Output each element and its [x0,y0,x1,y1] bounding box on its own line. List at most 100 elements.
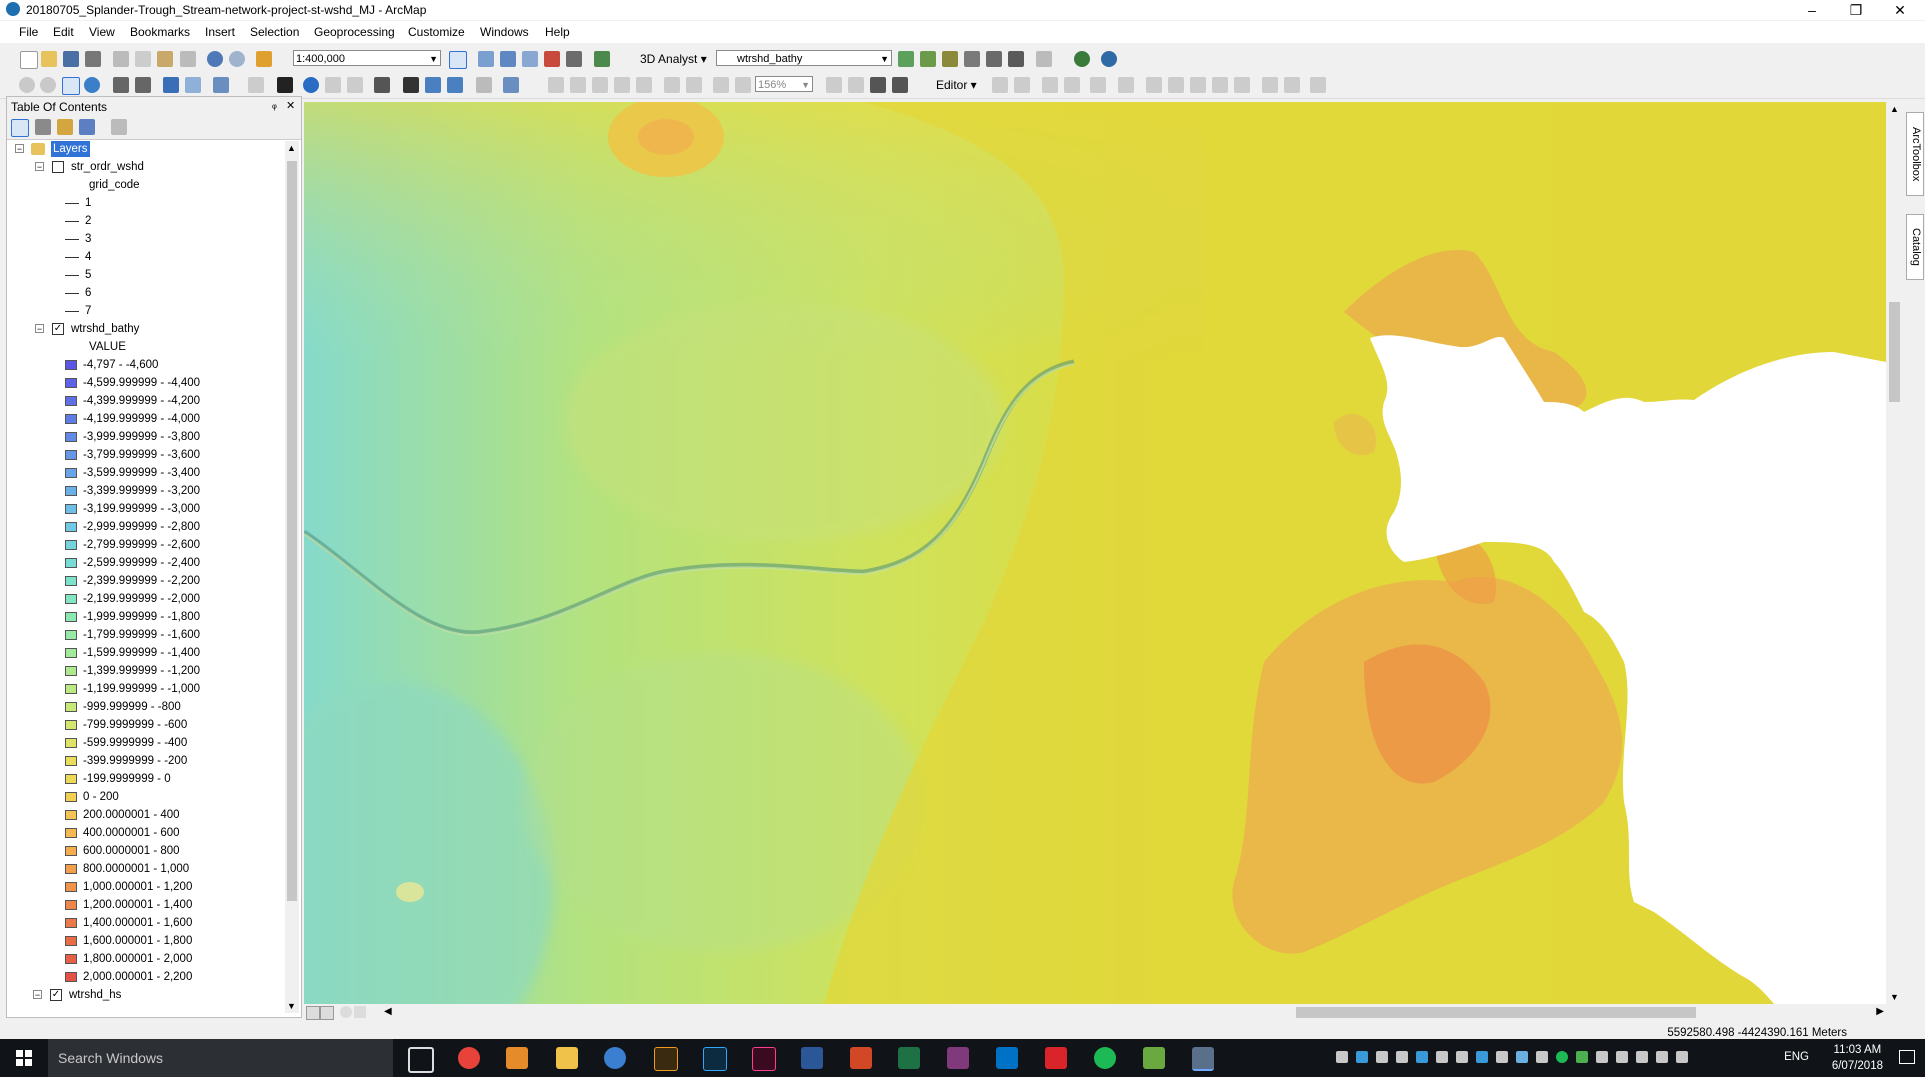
mendeley-icon[interactable] [1045,1047,1067,1069]
fixed-zoom-out-icon[interactable] [135,77,151,93]
arctoolbox-tab[interactable]: ArcToolbox [1906,112,1924,196]
arcscene-icon[interactable] [1074,51,1090,67]
minimize-button[interactable]: – [1790,0,1834,20]
map-horizontal-scrollbar[interactable]: ◀ ▶ [304,1004,1886,1021]
select-elements-arrow-icon[interactable] [277,77,293,93]
layer-visibility-checkbox[interactable]: ✓ [50,989,62,1001]
sketch-properties-icon[interactable] [1284,77,1300,93]
go-to-xy-icon[interactable] [447,77,463,93]
swipe-icon[interactable] [503,77,519,93]
editor-dropdown[interactable]: Editor ▾ [936,78,977,92]
forward-arrow-icon[interactable] [185,77,201,93]
scroll-down-icon[interactable]: ▼ [287,1001,296,1011]
layer-combo[interactable]: wtrshd_bathy ▼ [716,50,892,66]
hyperlink-icon[interactable] [325,77,341,93]
menu-view[interactable]: View [89,25,115,39]
paste-icon[interactable] [157,51,173,67]
save-icon[interactable] [63,51,79,67]
arcglobe-icon[interactable] [1101,51,1117,67]
list-by-source-icon[interactable] [35,119,51,135]
layer-name[interactable]: wtrshd_hs [69,987,121,1003]
trace-icon[interactable] [1090,77,1106,93]
scroll-up-icon[interactable]: ▲ [1890,104,1899,114]
print-icon[interactable] [85,51,101,67]
outlook-icon[interactable] [996,1047,1018,1069]
create-features-icon[interactable] [1310,77,1326,93]
zoom-100-icon[interactable] [636,77,652,93]
chrome-icon[interactable] [458,1047,480,1069]
interpolate-line-icon[interactable] [964,51,980,67]
data-view-icon[interactable] [306,1006,320,1020]
zoom-out-icon[interactable] [40,77,56,93]
r-studio-icon[interactable] [604,1047,626,1069]
tray-icon-14[interactable] [1596,1051,1608,1063]
split-icon[interactable] [1212,77,1228,93]
undo-icon[interactable] [207,51,223,67]
layer-visibility-checkbox[interactable] [52,161,64,173]
photoshop-icon[interactable] [703,1047,727,1071]
find-route-icon[interactable] [425,77,441,93]
delete-icon[interactable] [180,51,196,67]
onenote-icon[interactable] [947,1047,969,1069]
menu-help[interactable]: Help [545,25,570,39]
onedrive-icon[interactable] [1396,1051,1408,1063]
zoom-in-icon[interactable] [19,77,35,93]
scroll-thumb[interactable] [1296,1007,1696,1018]
bathymetry-map[interactable] [304,102,1886,1004]
tray-icon-5[interactable] [1416,1051,1428,1063]
point-tool-icon[interactable] [1118,77,1134,93]
layer-row-wtrshd-bathy[interactable]: − ✓ wtrshd_bathy [7,321,283,337]
catalog-tab[interactable]: Catalog [1906,214,1924,280]
interpolate-polygon-icon[interactable] [1008,51,1024,67]
copy-icon[interactable] [135,51,151,67]
tray-icon-9[interactable] [1496,1051,1508,1063]
collapse-toggle[interactable]: − [33,990,42,1000]
fixed-zoom-in-icon[interactable] [113,77,129,93]
indesign-icon[interactable] [752,1047,776,1071]
back-arrow-icon[interactable] [163,77,179,93]
time-slider-icon[interactable] [476,77,492,93]
menu-customize[interactable]: Customize [408,25,465,39]
clear-selection-icon[interactable] [248,77,264,93]
measure-icon[interactable] [374,77,390,93]
attributes-icon[interactable] [1262,77,1278,93]
find-binoculars-icon[interactable] [403,77,419,93]
toc-options-icon[interactable] [111,119,127,135]
file-explorer-icon[interactable] [556,1047,578,1069]
powerpoint-icon[interactable] [850,1047,872,1069]
map-scale-combo[interactable]: 1:400,000 ▼ [293,50,441,66]
scroll-left-icon[interactable]: ◀ [384,1006,392,1017]
map-display[interactable] [304,102,1886,1004]
volume-icon[interactable] [1676,1051,1688,1063]
contour-icon[interactable] [898,51,914,67]
collapse-toggle[interactable]: − [35,324,44,334]
scroll-thumb[interactable] [287,161,297,901]
taskbar-search-box[interactable]: Search Windows [48,1039,393,1077]
go-back-extent-icon[interactable] [713,77,729,93]
interpolate-point-icon[interactable] [986,51,1002,67]
collapse-toggle[interactable]: − [15,144,24,154]
steepest-path-icon[interactable] [920,51,936,67]
go-forward-extent-icon[interactable] [735,77,751,93]
arcmap-taskbar-icon[interactable] [1192,1047,1214,1071]
layers-root-row[interactable]: − Layers [7,141,283,157]
pan-hand-icon[interactable] [62,77,80,95]
notifications-icon[interactable] [1899,1050,1915,1064]
skype-icon[interactable] [1356,1051,1368,1063]
language-indicator[interactable]: ENG [1784,1051,1809,1063]
rotate-icon[interactable] [1234,77,1250,93]
layout-pan-icon[interactable] [592,77,608,93]
layout-zoom-in-icon[interactable] [548,77,564,93]
menu-insert[interactable]: Insert [205,25,235,39]
scroll-down-icon[interactable]: ▼ [1890,992,1899,1002]
line-of-sight-icon[interactable] [942,51,958,67]
task-view-icon[interactable] [408,1047,434,1073]
tray-icon-13[interactable] [1576,1051,1588,1063]
spotify-icon[interactable] [1094,1047,1116,1069]
toc-vertical-scrollbar[interactable]: ▲ ▼ [285,141,299,1013]
data-driven-pages-icon[interactable] [892,77,908,93]
straight-segment-icon[interactable] [1042,77,1058,93]
zoom-percent-combo[interactable]: 156% ▼ [755,76,813,92]
menu-geoprocessing[interactable]: Geoprocessing [314,25,395,39]
illustrator-icon[interactable] [654,1047,678,1071]
